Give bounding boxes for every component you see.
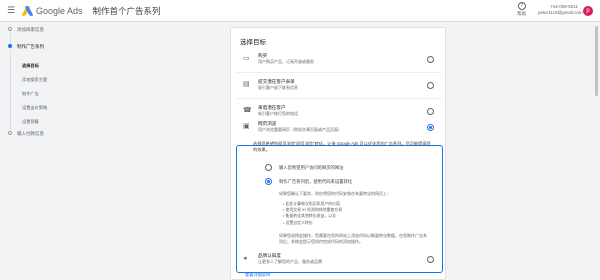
account-info[interactable]: 744-008-5911 peter1119@gmail.com	[538, 4, 583, 16]
option-desc: 吸引客户留下联系信息	[258, 85, 298, 90]
help-icon: ?	[517, 2, 526, 10]
divider	[237, 98, 441, 99]
sub-option-radio-selected[interactable]	[265, 178, 272, 185]
card-title: 选择目标	[240, 39, 266, 46]
goal-radio[interactable]	[427, 82, 434, 89]
list-item: 衡量转化其他转化收益，以及	[283, 213, 342, 219]
credit-card-icon: ▭	[243, 55, 250, 62]
sidebar-stepper: 添加商家信息 制作广告系列 选择目标 添加搜索主题 制作广告 设置出价策略 设置…	[0, 23, 90, 280]
step-label: 添加商家信息	[17, 27, 44, 32]
goal-card: 选择目标 ▭ 购买 用户购买产品、订阅开放或服务 ▤ 提交潜在客户表单 吸引客户…	[230, 27, 446, 280]
goal-option-lead-form[interactable]: ▤ 提交潜在客户表单 吸引客户留下联系信息	[237, 76, 441, 96]
google-ads-logo[interactable]: Google Ads	[21, 5, 83, 16]
step-dot-icon	[8, 44, 12, 48]
sub-option-radio[interactable]	[265, 164, 272, 171]
goal-option-brand-awareness[interactable]: ◂ 品牌认知度 让更多人了解您的产品、服务或品牌	[237, 250, 441, 270]
substep-bidding[interactable]: 设置出价策略	[22, 105, 47, 111]
divider	[237, 72, 441, 73]
step-label: 制作广告系列	[17, 44, 44, 49]
list-item: 设置自定义转化	[283, 220, 342, 226]
step-dot-icon	[8, 27, 12, 31]
after-hint: 如果您选择此操作，您需要在您的网站上添加代码以衡量转化数据。在您制作广告系列后，…	[279, 233, 427, 244]
option-desc: 让更多人了解您的产品、服务或品牌	[258, 259, 322, 264]
option-desc: 用户浏览重要网页（例如文章页面或产品页面）	[258, 127, 342, 132]
megaphone-icon: ◂	[243, 255, 247, 262]
google-ads-logo-icon	[21, 5, 34, 16]
option-desc: 吸引客户拨打您的电话	[258, 111, 298, 116]
brand-name: Google Ads	[36, 5, 83, 16]
scrollbar-thumb[interactable]	[595, 26, 598, 96]
sub-option-url-label: 输入您希望用户访问的网页的网址	[279, 165, 344, 170]
goal-option-page-views[interactable]: ▣ 网页浏览 用户浏览重要网页（例如文章页面或产品页面）	[237, 118, 441, 140]
option-desc: 用户购买产品、订阅开放或服务	[258, 59, 314, 64]
substep-goal[interactable]: 选择目标	[22, 63, 39, 69]
goal-radio[interactable]	[427, 256, 434, 263]
account-email: peter1119@gmail.com	[538, 10, 583, 15]
goal-option-purchase[interactable]: ▭ 购买 用户购买产品、订阅开放或服务	[237, 50, 441, 70]
phone-icon: ☎	[243, 107, 252, 114]
help-label: 帮助	[517, 11, 526, 16]
page-title: 制作首个广告系列	[92, 5, 161, 16]
scrollbar[interactable]	[594, 24, 598, 278]
step-label: 输入付款信息	[17, 131, 44, 136]
avatar[interactable]: p	[583, 6, 593, 16]
selected-explanation: 选择您希望的网页浏览"网页浏览"转化。让借 Google Ads 可以优化您的广…	[253, 141, 431, 152]
sub-option-code-label: 制作广告系列后，使用代码来设置转化	[279, 179, 353, 184]
menu-icon[interactable]: ☰	[0, 5, 22, 16]
step-dot-icon	[8, 131, 12, 135]
step-connector	[10, 55, 11, 129]
help-button[interactable]: ? 帮助	[517, 2, 526, 17]
webpage-icon: ▣	[243, 123, 250, 130]
code-hint: 如果您确认下要求，则应将您的代码安装在有要转化的网页上：	[279, 191, 391, 196]
top-bar: ☰ Google Ads 制作首个广告系列 ? 帮助 744-008-5911 …	[0, 0, 600, 22]
substep-keywords[interactable]: 添加搜索主题	[22, 77, 47, 83]
substep-ad[interactable]: 制作广告	[22, 91, 39, 97]
code-benefits-list: 此处计算每次购买和用户的价值 使用交易 ID 检测和排除重复交易 衡量转化其他转…	[283, 201, 342, 226]
step-connector	[10, 33, 11, 53]
substep-budget[interactable]: 设置预算	[22, 119, 39, 125]
goal-radio[interactable]	[427, 56, 434, 63]
form-icon: ▤	[243, 81, 250, 88]
goal-radio[interactable]	[427, 108, 434, 115]
goal-radio-selected[interactable]	[427, 124, 434, 131]
details-link[interactable]: 查看详细说明	[245, 272, 270, 278]
